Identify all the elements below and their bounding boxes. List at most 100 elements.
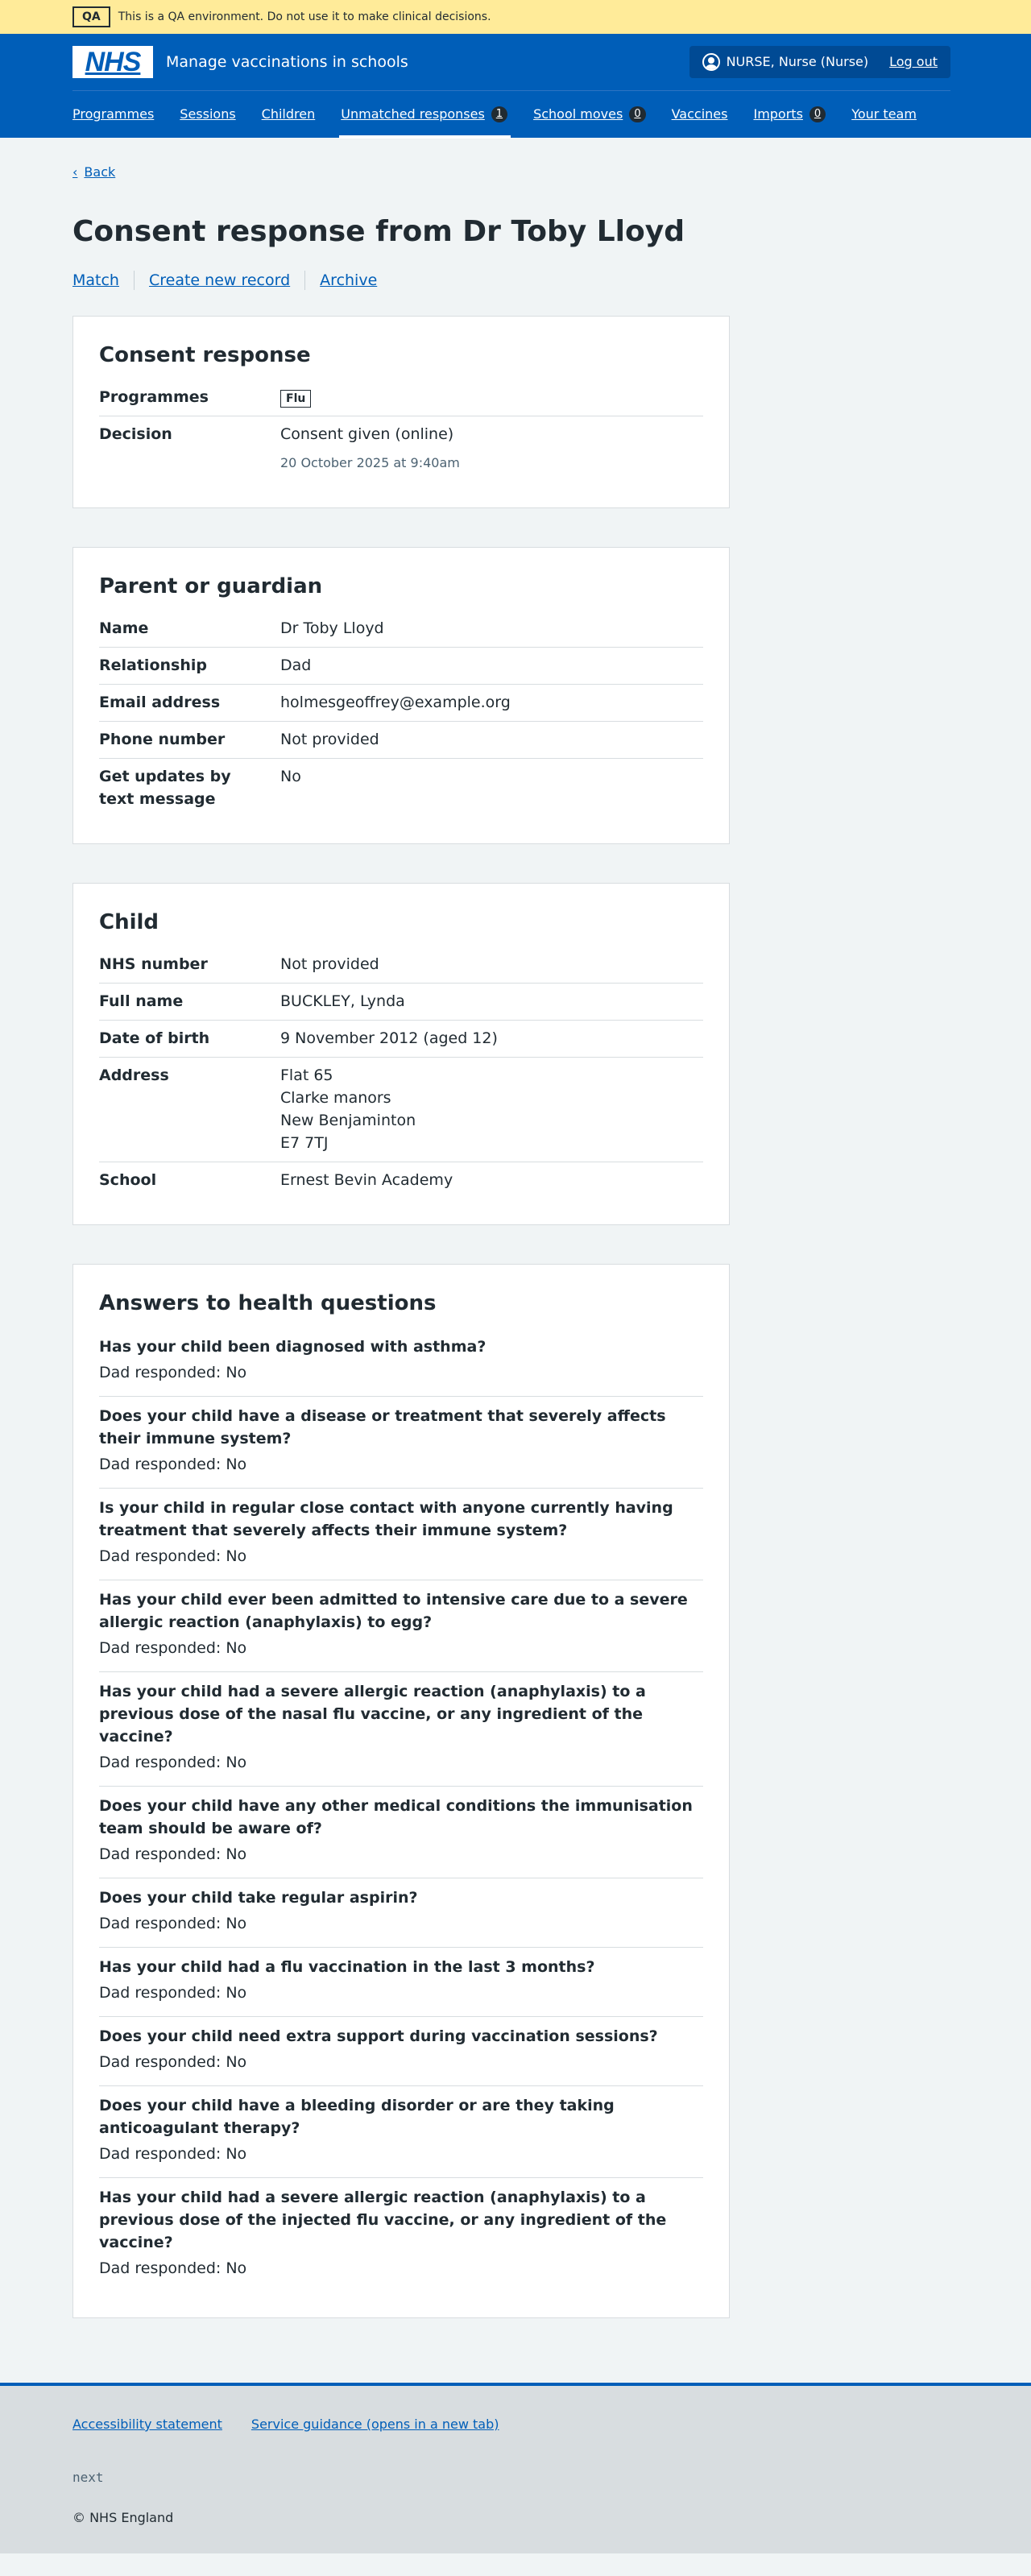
health-question-item: Has your child had a severe allergic rea… (99, 2178, 703, 2292)
summary-value: Dr Toby Lloyd (280, 619, 384, 637)
health-question-item: Does your child have a disease or treatm… (99, 1397, 703, 1489)
version-label: next (72, 2470, 104, 2485)
action-links: Match Create new record Archive (72, 271, 950, 290)
back-link[interactable]: ‹ Back (72, 161, 115, 184)
summary-value: No (280, 768, 301, 785)
summary-key: School (99, 1171, 157, 1189)
decision-value: Consent given (online) (280, 425, 454, 443)
health-answer: Dad responded: No (99, 2053, 247, 2071)
summary-value: 9 November 2012 (aged 12) (280, 1029, 498, 1047)
address-line: Clarke manors (280, 1089, 391, 1107)
nav-programmes[interactable]: Programmes (72, 91, 154, 139)
health-question: Has your child had a severe allergic rea… (99, 1683, 646, 1746)
unmatched-count-badge: 1 (491, 106, 508, 122)
nhs-logo-text: NHS (85, 47, 142, 77)
summary-row: Phone number Not provided (99, 722, 703, 759)
health-answer: Dad responded: No (99, 1754, 247, 1771)
nav-unmatched-responses[interactable]: Unmatched responses 1 (339, 91, 511, 139)
health-questions-heading: Answers to health questions (99, 1291, 437, 1315)
nav-imports[interactable]: Imports 0 (753, 91, 826, 139)
summary-value: Not provided (280, 955, 379, 973)
summary-row: Email address holmesgeoffrey@example.org (99, 685, 703, 722)
summary-row-programmes: Programmes Flu (99, 379, 703, 416)
health-question: Does your child need extra support durin… (99, 2027, 658, 2045)
summary-key: Name (99, 619, 149, 637)
footer-links: Accessibility statement Service guidance… (72, 2413, 950, 2436)
account-name: NURSE, Nurse (Nurse) (726, 54, 869, 69)
health-question: Has your child had a flu vaccination in … (99, 1958, 595, 1976)
summary-key: Relationship (99, 656, 207, 674)
decision-date: 20 October 2025 at 9:40am (280, 455, 460, 470)
site-footer: Accessibility statement Service guidance… (0, 2383, 1031, 2553)
primary-navigation: Programmes Sessions Children Unmatched r… (72, 90, 950, 139)
back-link-label: Back (84, 164, 116, 180)
school-moves-count-badge: 0 (629, 106, 646, 122)
service-name[interactable]: Manage vaccinations in schools (166, 51, 408, 73)
match-link[interactable]: Match (72, 271, 134, 290)
imports-count-badge: 0 (809, 106, 826, 122)
child-card: Child NHS number Not provided Full name … (72, 883, 730, 1225)
summary-row-nhs-number: NHS number Not provided (99, 946, 703, 984)
nav-your-team[interactable]: Your team (851, 91, 917, 139)
create-new-record-link[interactable]: Create new record (133, 271, 304, 290)
page-title: Consent response from Dr Toby Lloyd (72, 215, 685, 248)
summary-key: Programmes (99, 388, 209, 406)
nav-school-moves-label: School moves (533, 106, 623, 122)
archive-link[interactable]: Archive (304, 271, 391, 290)
summary-row: Get updates by text message No (99, 759, 703, 818)
health-question: Has your child been diagnosed with asthm… (99, 1338, 487, 1356)
accessibility-statement-link[interactable]: Accessibility statement (72, 2413, 222, 2436)
nav-school-moves[interactable]: School moves 0 (533, 91, 646, 139)
health-question: Has your child had a severe allergic rea… (99, 2189, 667, 2251)
health-question: Has your child ever been admitted to int… (99, 1591, 688, 1631)
health-answer: Dad responded: No (99, 1456, 247, 1473)
summary-row: Relationship Dad (99, 648, 703, 685)
nav-children[interactable]: Children (262, 91, 316, 139)
health-question-item: Does your child have a bleeding disorder… (99, 2086, 703, 2178)
account-panel: NURSE, Nurse (Nurse) Log out (689, 46, 950, 78)
summary-value: holmesgeoffrey@example.org (280, 694, 511, 711)
summary-value: Dad (280, 656, 312, 674)
summary-key: Date of birth (99, 1029, 210, 1047)
programme-tag: Flu (280, 390, 312, 408)
qa-environment-banner: QA This is a QA environment. Do not use … (0, 0, 1031, 34)
nav-imports-label: Imports (753, 106, 803, 122)
health-answer: Dad responded: No (99, 2259, 247, 2277)
summary-key: Address (99, 1066, 169, 1084)
nav-vaccines[interactable]: Vaccines (672, 91, 728, 139)
health-question: Does your child have a bleeding disorder… (99, 2097, 615, 2137)
nhs-logo[interactable]: NHS (72, 46, 153, 78)
summary-key: Get updates by text message (99, 768, 231, 808)
summary-key: Phone number (99, 731, 226, 748)
summary-value: BUCKLEY, Lynda (280, 992, 405, 1010)
child-heading: Child (99, 910, 159, 934)
parent-guardian-heading: Parent or guardian (99, 574, 323, 598)
summary-key: Full name (99, 992, 184, 1010)
consent-response-card: Consent response Programmes Flu Decision… (72, 316, 730, 508)
parent-guardian-card: Parent or guardian Name Dr Toby Lloyd Re… (72, 547, 730, 844)
address-line: Flat 65 (280, 1066, 333, 1084)
address-value: Flat 65 Clarke manors New Benjaminton E7… (280, 1064, 703, 1154)
health-question-item: Has your child had a flu vaccination in … (99, 1948, 703, 2017)
address-line: New Benjaminton (280, 1112, 416, 1129)
health-answer: Dad responded: No (99, 2145, 247, 2163)
qa-tag: QA (72, 6, 110, 27)
health-question-item: Does your child take regular aspirin? Da… (99, 1878, 703, 1948)
summary-key: Email address (99, 694, 221, 711)
health-question-item: Does your child need extra support durin… (99, 2017, 703, 2086)
health-question-item: Does your child have any other medical c… (99, 1787, 703, 1878)
summary-row-address: Address Flat 65 Clarke manors New Benjam… (99, 1058, 703, 1162)
health-question: Is your child in regular close contact w… (99, 1499, 673, 1539)
copyright: © NHS England (72, 2510, 174, 2525)
summary-key: NHS number (99, 955, 208, 973)
nav-sessions[interactable]: Sessions (180, 91, 235, 139)
service-guidance-link[interactable]: Service guidance (opens in a new tab) (251, 2413, 499, 2436)
summary-row-decision: Decision Consent given (online) 20 Octob… (99, 416, 703, 482)
summary-row-full-name: Full name BUCKLEY, Lynda (99, 984, 703, 1021)
summary-row-date-of-birth: Date of birth 9 November 2012 (aged 12) (99, 1021, 703, 1058)
summary-row-school: School Ernest Bevin Academy (99, 1162, 703, 1199)
main-content: ‹ Back Consent response from Dr Toby Llo… (72, 138, 950, 2383)
logout-link[interactable]: Log out (889, 51, 938, 73)
health-answer: Dad responded: No (99, 1639, 247, 1657)
health-question: Does your child take regular aspirin? (99, 1889, 418, 1907)
